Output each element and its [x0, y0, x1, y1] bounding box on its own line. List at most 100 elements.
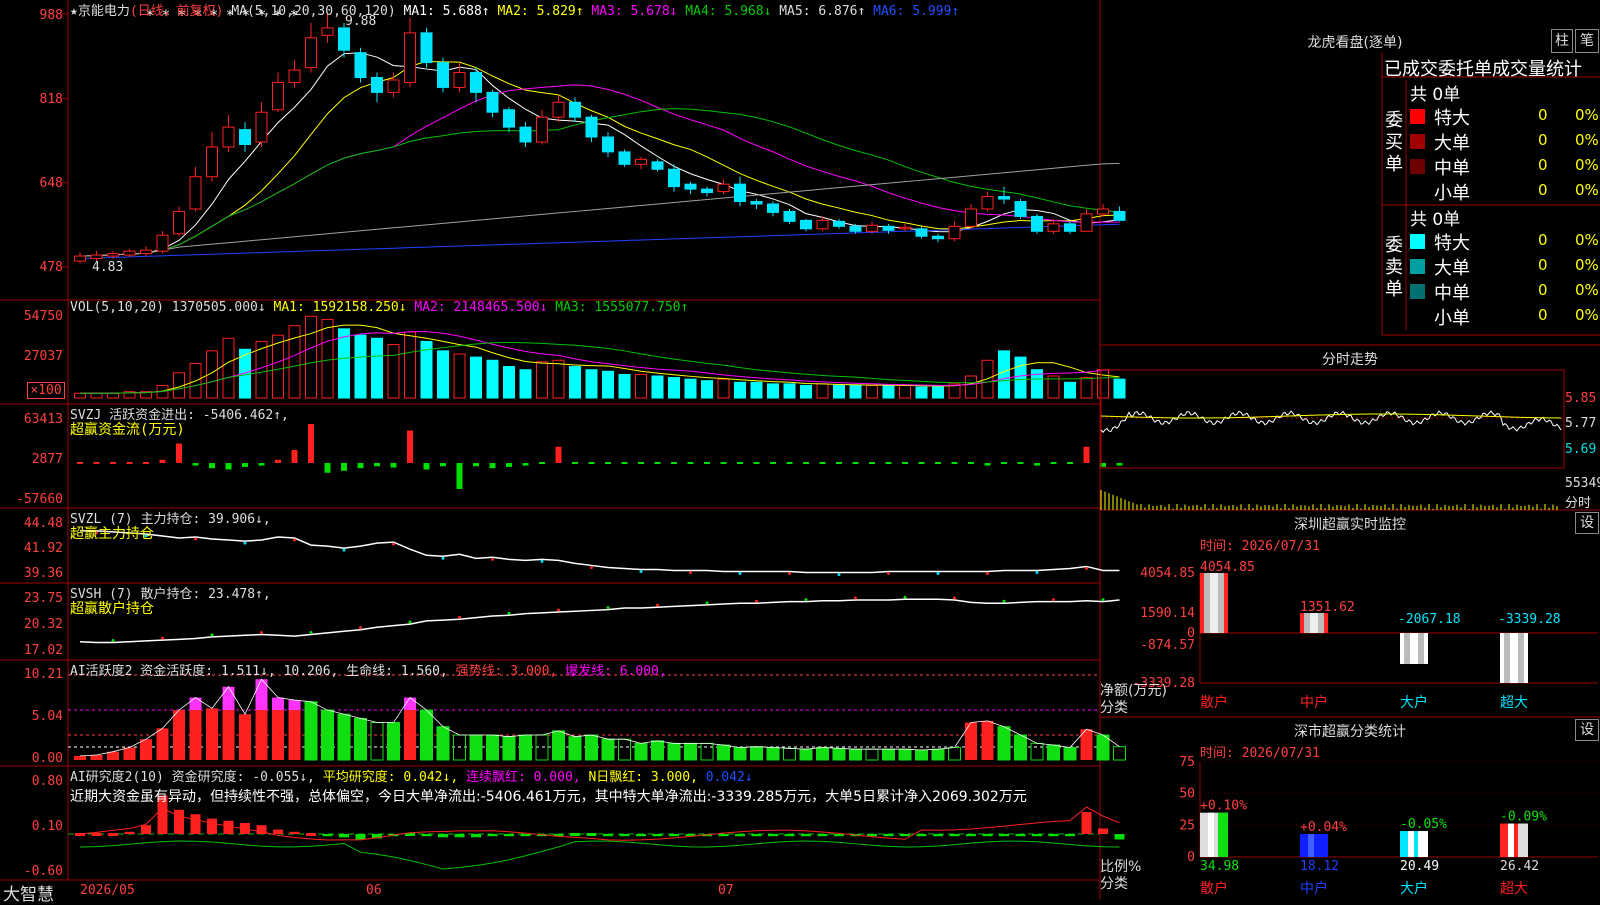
research-bar: [999, 834, 1009, 837]
candle-body: [651, 161, 664, 170]
retail-dot: [111, 639, 115, 643]
flow-bar: [918, 462, 925, 464]
candle-body: [371, 76, 383, 93]
classify-value: 26.42: [1500, 859, 1539, 874]
tick-mode-button[interactable]: 笔: [1575, 29, 1599, 53]
activity-bar: [667, 742, 681, 761]
classify-category: 超大: [1500, 881, 1528, 897]
flow-bar: [357, 463, 364, 469]
order-percent: 0%: [1575, 231, 1599, 249]
research-bar: [883, 834, 894, 837]
classify-title: 深市超赢分类统计: [1294, 724, 1406, 740]
candle-body: [618, 151, 631, 165]
ma-line-4: [79, 108, 1120, 257]
monitor-bar-label: 4054.85: [1200, 560, 1255, 575]
monitor-settings-button[interactable]: 设: [1575, 512, 1599, 534]
order-count: 0: [1538, 231, 1548, 249]
ma5-value: MA5: 6.876↑: [779, 4, 866, 19]
flow-bar: [1001, 462, 1007, 464]
research-bar: [652, 834, 663, 837]
svzj-tick: 2877: [31, 452, 63, 467]
flow-bar: [126, 462, 133, 464]
classify-ytick: 25: [1179, 818, 1195, 833]
intraday-price-line: [1100, 410, 1562, 433]
bar-mode-button[interactable]: 柱: [1551, 29, 1573, 53]
order-size-label: 小单: [1434, 308, 1470, 329]
flow-bar: [951, 462, 958, 464]
monitor-bar-hl: [1210, 573, 1218, 633]
activity-bar: [387, 722, 400, 761]
activity-bar: [1030, 742, 1044, 761]
activity-bar: [799, 748, 813, 761]
activity-bar: [1113, 746, 1126, 761]
activity-bar: [239, 714, 251, 760]
order-percent: 0%: [1575, 181, 1599, 199]
activity-bar: [486, 734, 499, 761]
ma2-value: MA2: 5.829↑: [497, 4, 584, 19]
monitor-category: 中户: [1300, 694, 1328, 711]
brand-logo[interactable]: 大智慧: [3, 880, 54, 905]
volume-bar: [354, 334, 367, 399]
candle-body: [635, 158, 647, 165]
ai-act-tick: 5.04: [31, 709, 63, 724]
volume-bar: [915, 386, 928, 399]
vol-header: VOL(5,10,20) 1370505.000↓ MA1: 1592158.2…: [70, 300, 688, 315]
monitor-bar-hl: [1410, 633, 1418, 664]
retail-dot: [210, 633, 214, 637]
sell-orders-label: 委卖单: [1385, 235, 1403, 300]
activity-bar: [272, 710, 284, 760]
order-size-label: 特大: [1434, 233, 1470, 254]
holding-dot: [491, 557, 494, 561]
classify-category: 中户: [1300, 880, 1328, 897]
volume-ma-line: [80, 341, 1120, 394]
activity-bar: [816, 747, 829, 761]
activity-bar: [206, 708, 218, 760]
volume-bar: [585, 369, 598, 399]
flow-bar: [786, 462, 793, 464]
classify-value: 18.12: [1300, 859, 1339, 874]
flow-bar: [93, 462, 100, 464]
candle-body: [156, 234, 169, 252]
research-bar: [916, 834, 927, 837]
activity-bar: [1014, 734, 1027, 761]
ai-res-description: 近期大资金虽有异动，但持续性不强，总体偏空，今日大单净流出:-5406.461万…: [70, 789, 1027, 805]
svzl-tick: 41.92: [23, 541, 63, 556]
research-bar: [982, 834, 993, 837]
activity-bar: [948, 747, 961, 761]
date-label: 06: [366, 883, 382, 898]
research-line-2: [79, 840, 1120, 870]
order-size-label: 大单: [1434, 133, 1470, 154]
holding-dot: [936, 572, 940, 576]
lhkp-subtitle: 已成交委托单成交量统计: [1384, 59, 1582, 80]
retail-dot: [953, 596, 956, 600]
star-icon[interactable]: ★: [70, 4, 78, 19]
stock-name: 京能电力: [77, 4, 130, 19]
activity-bar: [568, 736, 582, 761]
classify-settings-button[interactable]: 设: [1575, 719, 1599, 741]
holding-dot: [986, 572, 989, 576]
classify-ytick: 50: [1179, 787, 1195, 802]
activity-bar: [882, 748, 895, 761]
candle-body: [585, 116, 598, 138]
volume-bar: [602, 370, 614, 399]
ai-res-tick: -0.60: [23, 864, 63, 879]
activity-bar: [90, 755, 103, 760]
holding-dot: [392, 542, 395, 546]
activity-bar: [849, 748, 862, 761]
holding-dot: [293, 538, 296, 542]
date-label: 07: [718, 883, 734, 898]
candle-body: [173, 210, 185, 235]
research-bar: [817, 834, 828, 837]
volume-bar: [305, 315, 317, 399]
activity-bar: [832, 747, 846, 761]
monitor-ytick: -874.57: [1140, 638, 1195, 653]
candle-body: [998, 196, 1010, 200]
price-tick: 478: [39, 260, 63, 275]
ai-res-tick: 0.80: [31, 774, 63, 789]
candle-body: [1014, 201, 1027, 217]
flow-bar: [671, 462, 677, 464]
candle-body: [981, 196, 994, 210]
ai-act-tick: 10.21: [23, 667, 63, 682]
research-bar: [1065, 834, 1075, 837]
retail-holding-line: [79, 598, 1120, 644]
